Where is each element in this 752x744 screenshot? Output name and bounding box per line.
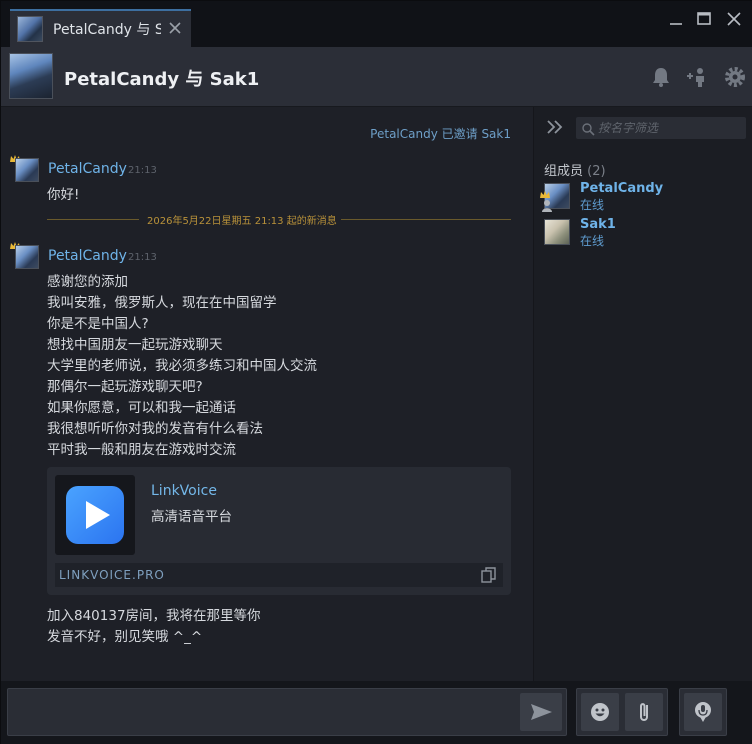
member-filter[interactable] [576,117,746,139]
link-preview-thumb [55,475,135,555]
members-header: 组成员 (2) [544,160,606,179]
message-time: 21:13 [128,252,157,263]
collapse-sidebar-icon[interactable] [546,119,563,135]
message-text: 你是不是中国人? [47,316,149,332]
chat-header: PetalCandy 与 Sak1 [1,47,752,107]
attach-button[interactable] [625,693,663,731]
message-text: 那偶尔一起玩游戏聊天吧? [47,379,203,395]
members-count: (2) [587,164,606,179]
tab-title: PetalCandy 与 S [53,22,161,38]
message-text: 我叫安雅，俄罗斯人，现在在中国留学 [47,295,277,311]
members-sidebar: 组成员 (2) PetalCandy 在线 Sak1 在线 [533,107,752,681]
chat-tab[interactable]: PetalCandy 与 S [10,9,191,47]
link-preview-card[interactable]: LinkVoice 高清语音平台 LINKVOICE.PRO [47,467,511,595]
member-name: Sak1 [580,217,616,232]
member-status: 在线 [580,234,605,248]
system-message: PetalCandy 已邀请 Sak1 [370,127,511,141]
message-input[interactable] [12,693,512,731]
search-icon [582,121,595,136]
chat-title: PetalCandy 与 Sak1 [64,69,260,90]
voice-chat-button[interactable] [684,693,722,731]
message-text: 平时我一般和朋友在游戏时交流 [47,442,236,458]
tab-close-icon[interactable] [167,20,183,36]
tab-avatar [17,16,43,42]
member-name: PetalCandy [580,181,664,196]
avatar [544,219,570,245]
member-item[interactable]: Sak1 在线 [544,217,744,249]
link-url[interactable]: LINKVOICE.PRO [59,568,165,582]
link-title[interactable]: LinkVoice [151,483,217,499]
avatar[interactable] [15,245,39,269]
voice-tools [679,688,727,736]
message-text: 我很想听听你对我的发音有什么看法 [47,421,263,437]
link-description: 高清语音平台 [151,509,232,525]
message-text: 你好! [47,187,80,203]
message-time: 21:13 [128,165,157,176]
chat-log[interactable]: PetalCandy 已邀请 Sak1 PetalCandy 21:13 你好!… [1,107,533,681]
window-close-icon[interactable] [723,9,745,29]
message-text: 大学里的老师说，我必须多练习和中国人交流 [47,358,317,374]
title-bar: PetalCandy 与 S [1,1,752,47]
add-friend-icon[interactable] [685,65,709,89]
linkvoice-logo-icon [66,486,124,544]
member-item[interactable]: PetalCandy 在线 [540,181,744,216]
member-status: 在线 [580,198,605,212]
new-messages-divider: 2026年5月22日星期五 21:13 起的新消息 [47,211,511,227]
chat-window: PetalCandy 与 S PetalCandy 与 Sak1 PetalCa… [0,0,752,744]
divider-text: 2026年5月22日星期五 21:13 起的新消息 [147,216,337,227]
message-text: 发音不好，别见笑哦 ^_^ [47,629,203,645]
message-text: 如果你愿意，可以和我一起通话 [47,400,236,416]
gear-icon[interactable] [723,65,747,89]
copy-link-icon[interactable] [481,567,497,583]
message-composer[interactable] [7,688,567,736]
maximize-icon[interactable] [693,9,715,29]
bell-icon[interactable] [649,65,673,89]
message-author[interactable]: PetalCandy [48,248,127,264]
link-footer: LINKVOICE.PRO [55,563,503,587]
send-button[interactable] [520,693,562,731]
emoticon-button[interactable] [581,693,619,731]
group-avatar [9,53,53,99]
minimize-icon[interactable] [665,9,687,29]
avatar[interactable] [15,158,39,182]
message-text: 感谢您的添加 [47,274,128,290]
member-filter-input[interactable] [598,119,738,137]
owner-icon [542,197,552,216]
composer-tools [576,688,668,736]
composer-bar [1,681,752,744]
message-text: 想找中国朋友一起玩游戏聊天 [47,337,223,353]
members-label: 组成员 [544,164,584,179]
message-text: 加入840137房间，我将在那里等你 [47,608,261,624]
message-author[interactable]: PetalCandy [48,161,127,177]
